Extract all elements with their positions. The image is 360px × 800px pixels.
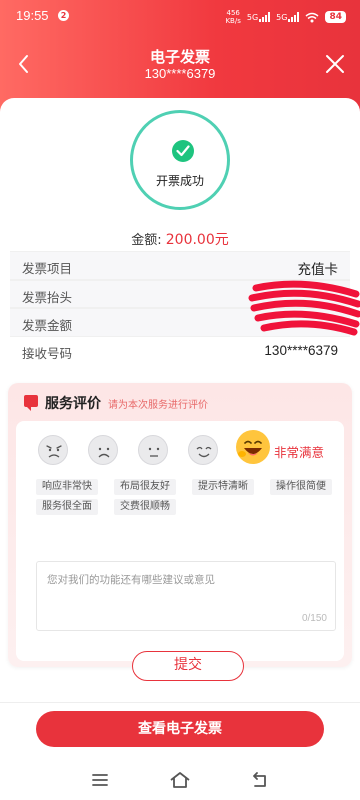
feedback-placeholder: 您对我们的功能还有哪些建议或意见 — [47, 574, 215, 586]
rating-label: 非常满意 — [274, 445, 325, 460]
tag-chip[interactable]: 响应非常快 — [36, 479, 98, 495]
home-icon[interactable] — [168, 768, 192, 792]
signal-5g-1: 5G — [246, 12, 271, 22]
submit-button[interactable]: 提交 — [132, 651, 244, 681]
back-icon[interactable] — [248, 768, 272, 792]
battery-indicator: 84 — [325, 11, 346, 23]
frown-face-icon[interactable] — [88, 435, 118, 465]
feedback-char-count: 0/150 — [301, 613, 327, 624]
success-text: 开票成功 — [155, 174, 204, 188]
notification-badge: 2 — [58, 10, 69, 21]
feedback-input[interactable]: 您对我们的功能还有哪些建议或意见 0/150 — [36, 561, 336, 631]
neutral-face-icon[interactable] — [138, 435, 168, 465]
info-row-item: 发票项目 充值卡 — [10, 251, 350, 280]
review-title: 服务评价 — [45, 396, 101, 412]
info-label: 接收号码 — [22, 345, 73, 361]
info-label: 发票抬头 — [22, 289, 73, 305]
status-indicators: 456 KB/s 5G 5G 84 — [225, 9, 346, 25]
tag-chip[interactable]: 操作很简便 — [270, 479, 332, 495]
amount-row: 金额: 200.00元 — [0, 229, 360, 249]
network-type-1: 5G — [246, 13, 259, 22]
info-row-phone: 接收号码 130****6379 — [10, 337, 350, 366]
system-nav-bar — [0, 760, 360, 800]
info-value: 充值卡 — [297, 262, 339, 277]
page-title: 电子发票 — [149, 48, 210, 66]
page-subtitle: 130****6379 — [144, 66, 216, 81]
signal-icon — [259, 12, 271, 22]
network-type-2: 5G — [276, 13, 288, 22]
amount-label: 金额: — [131, 233, 166, 248]
divider — [0, 702, 360, 703]
info-label: 发票项目 — [22, 261, 73, 276]
review-hint: 请为本次服务进行评价 — [108, 400, 208, 411]
signal-5g-2: 5G — [276, 12, 300, 22]
grin-face-icon[interactable] — [236, 430, 270, 464]
net-speed-unit: KB/s — [225, 17, 241, 25]
status-time: 19:55 — [16, 8, 49, 23]
smile-face-icon[interactable] — [188, 435, 218, 465]
tag-chip[interactable]: 服务很全面 — [36, 499, 98, 515]
menu-icon[interactable] — [88, 768, 112, 792]
info-label: 发票金额 — [22, 318, 73, 333]
view-invoice-button[interactable]: 查看电子发票 — [36, 711, 324, 747]
info-value: 130****6379 — [264, 342, 338, 358]
net-speed: 456 KB/s — [225, 9, 240, 25]
comment-icon — [24, 395, 38, 411]
redaction-scribble — [248, 280, 360, 336]
tag-chip[interactable]: 交费很顺畅 — [114, 499, 176, 515]
tag-chip[interactable]: 提示特清晰 — [192, 479, 254, 495]
service-review-card: 服务评价 请为本次服务进行评价 非常满意 响应非常快 布局很友好 提示特清晰 操… — [8, 383, 352, 681]
net-speed-value: 456 — [226, 9, 240, 17]
success-status: 开票成功 — [130, 110, 230, 210]
tag-chip[interactable]: 布局很友好 — [114, 479, 176, 495]
review-panel: 非常满意 响应非常快 布局很友好 提示特清晰 操作很简便 服务很全面 交费很顺畅… — [16, 421, 344, 681]
amount-value: 200.00元 — [165, 232, 229, 248]
close-icon[interactable] — [324, 53, 346, 75]
status-bar: 19:55 2 456 KB/s 5G 5G 84 — [0, 0, 360, 32]
wifi-icon — [305, 12, 319, 22]
signal-icon — [288, 12, 300, 22]
check-circle-icon — [172, 140, 194, 162]
angry-face-icon[interactable] — [38, 435, 68, 465]
